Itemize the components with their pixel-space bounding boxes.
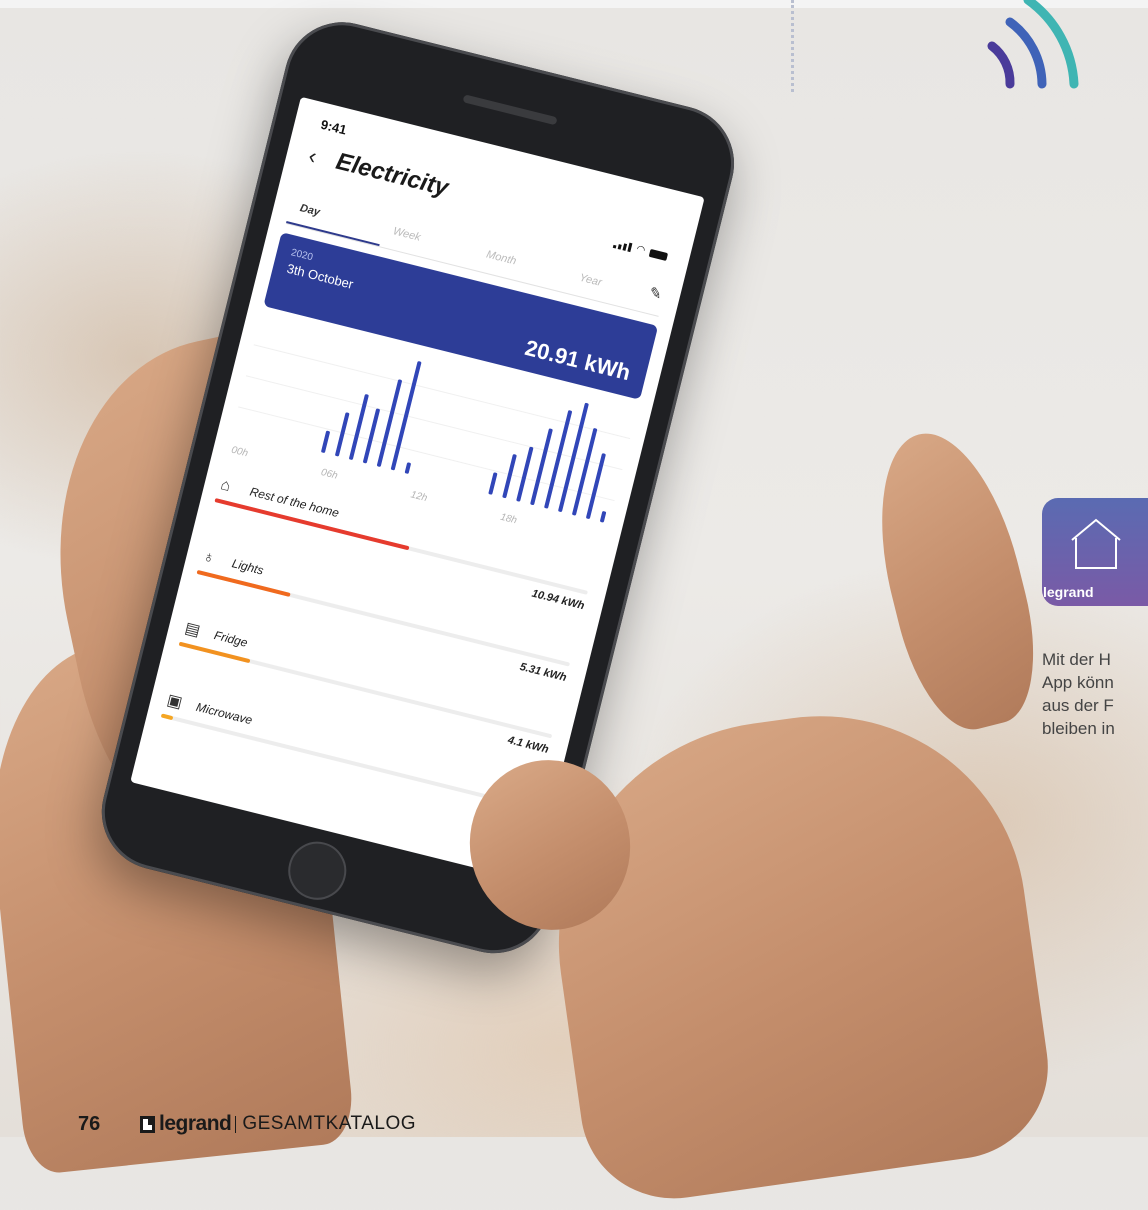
catalog-title: GESAMTKATALOG xyxy=(242,1113,417,1134)
chart-bar xyxy=(390,361,422,471)
consumer-progress-fill xyxy=(196,569,291,597)
cellular-signal-icon xyxy=(613,239,633,253)
page-title: Electricity xyxy=(333,147,452,202)
consumer-progress-fill xyxy=(160,713,173,721)
status-icons: ◠ xyxy=(613,239,669,262)
brand-name: legrand xyxy=(159,1112,232,1135)
chart-bar xyxy=(544,410,572,509)
page-footer: 76 legrand GESAMTKATALOG xyxy=(78,1111,416,1137)
battery-icon xyxy=(648,248,669,262)
back-icon[interactable]: ‹ xyxy=(306,143,319,170)
x-tick-label: 00h xyxy=(230,445,249,460)
description-line: aus der F xyxy=(1042,696,1114,715)
x-tick-label: 06h xyxy=(320,467,339,482)
app-icon-label: legrand xyxy=(1043,584,1094,600)
chart-bar xyxy=(321,430,330,453)
status-time: 9:41 xyxy=(319,116,349,138)
wifi-status-icon: ◠ xyxy=(635,243,647,257)
consumer-label: Rest of the home xyxy=(248,484,341,521)
chart-bar xyxy=(363,408,380,464)
summary-date: 3th October xyxy=(285,260,355,292)
chart-bar xyxy=(516,446,534,502)
home-button[interactable] xyxy=(282,835,353,906)
footer-separator xyxy=(235,1115,237,1133)
microwave-icon: ▣ xyxy=(165,691,184,712)
summary-total: 20.91 kWh xyxy=(522,334,633,386)
phone-screen: 9:41 ◠ ‹ Electricity Day Week Month Year… xyxy=(130,96,705,883)
wifi-signal-icon xyxy=(987,0,1079,89)
x-tick-label: 18h xyxy=(499,512,518,527)
chart-bar xyxy=(558,402,589,512)
house-icon: ⌂ xyxy=(218,476,233,496)
description-line: bleiben in xyxy=(1042,719,1115,738)
app-description: Mit der H App könn aus der F bleiben in xyxy=(1042,648,1148,740)
consumer-value: 4.1 kWh xyxy=(506,734,550,756)
right-index-finger xyxy=(855,418,1055,742)
summary-year: 2020 xyxy=(289,247,314,264)
x-tick-label: 12h xyxy=(409,489,428,504)
dotted-connector-line xyxy=(791,0,794,92)
description-line: Mit der H xyxy=(1042,650,1111,669)
consumer-label: Lights xyxy=(230,556,265,578)
legrand-logo-icon xyxy=(140,1115,155,1133)
legrand-app-icon[interactable]: legrand xyxy=(1042,498,1148,606)
description-line: App könn xyxy=(1042,673,1114,692)
chart-bar xyxy=(404,462,411,474)
right-hand xyxy=(530,689,1060,1210)
fridge-icon: ▤ xyxy=(183,619,202,640)
consumer-label: Fridge xyxy=(212,628,249,650)
lightbulb-icon: ♁ xyxy=(200,548,217,568)
chart-bar xyxy=(488,472,498,495)
home-outline-icon xyxy=(1071,518,1121,569)
chart-bar xyxy=(600,511,607,523)
page-number: 76 xyxy=(78,1112,101,1135)
top-stripe xyxy=(0,0,1148,8)
phone-speaker xyxy=(462,94,558,126)
